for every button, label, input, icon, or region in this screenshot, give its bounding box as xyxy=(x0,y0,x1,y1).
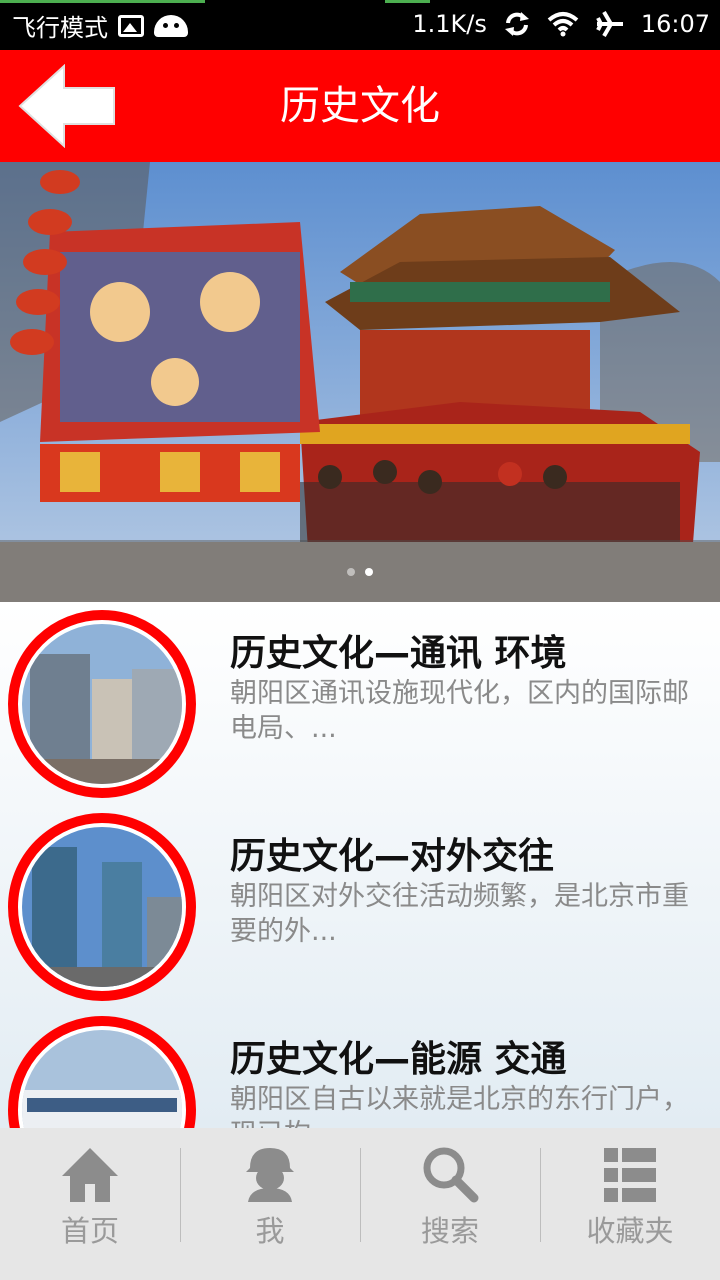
wifi-icon xyxy=(547,12,579,37)
airplane-mode-label: 飞行模式 xyxy=(12,14,108,42)
nav-favorites-label: 收藏夹 xyxy=(586,1214,674,1248)
carousel-dot[interactable] xyxy=(347,568,355,576)
list-item[interactable]: 历史文化—通讯 环境 朝阳区通讯设施现代化，区内的国际邮电局、... xyxy=(0,602,720,802)
nav-me-label: 我 xyxy=(255,1214,285,1248)
carousel-dot-active[interactable] xyxy=(365,568,373,576)
airplane-icon xyxy=(596,10,623,38)
progress-strip xyxy=(385,0,430,3)
search-icon xyxy=(423,1147,479,1203)
app-header: 历史文化 xyxy=(0,50,720,162)
user-icon xyxy=(246,1148,294,1202)
list-item-thumbnail xyxy=(8,610,196,798)
status-bar: 飞行模式 1.1K/s 16:07 xyxy=(0,0,720,50)
list-item-title: 历史文化—对外交往 xyxy=(230,836,555,877)
nav-home-label: 首页 xyxy=(60,1214,119,1248)
nav-search[interactable]: 搜索 xyxy=(360,1128,540,1280)
banner-image xyxy=(0,162,720,602)
page-title: 历史文化 xyxy=(280,83,440,129)
list-item-thumbnail xyxy=(8,1016,196,1128)
list-item-desc: 朝阳区自古以来就是北京的东行门户，现已构... xyxy=(230,1084,689,1128)
list-item-thumbnail xyxy=(8,813,196,1001)
nav-favorites[interactable]: 收藏夹 xyxy=(540,1128,720,1280)
clock: 16:07 xyxy=(640,10,710,38)
list-item[interactable]: 历史文化—对外交往 朝阳区对外交往活动频繁，是北京市重要的外... xyxy=(0,805,720,1005)
banner-carousel[interactable] xyxy=(0,162,720,602)
nav-me[interactable]: 我 xyxy=(180,1128,360,1280)
nav-home[interactable]: 首页 xyxy=(0,1128,180,1280)
home-icon xyxy=(62,1148,118,1202)
net-speed: 1.1K/s xyxy=(412,10,487,38)
bottom-nav: 首页 我 搜索 收藏夹 xyxy=(0,1128,720,1280)
progress-strip xyxy=(0,0,205,3)
article-list[interactable]: 历史文化—通讯 环境 朝阳区通讯设施现代化，区内的国际邮电局、... 历史文化—… xyxy=(0,602,720,1128)
image-icon xyxy=(118,14,144,37)
list-item-desc: 朝阳区对外交往活动频繁，是北京市重要的外... xyxy=(230,881,689,947)
list-item-title: 历史文化—能源 交通 xyxy=(230,1039,567,1080)
nav-search-label: 搜索 xyxy=(420,1214,479,1248)
sync-icon xyxy=(504,12,529,36)
android-icon xyxy=(154,14,188,37)
list-item-title: 历史文化—通讯 环境 xyxy=(230,633,567,674)
list-icon xyxy=(604,1148,656,1202)
list-item-desc: 朝阳区通讯设施现代化，区内的国际邮电局、... xyxy=(230,678,689,744)
list-item[interactable]: 历史文化—能源 交通 朝阳区自古以来就是北京的东行门户，现已构... xyxy=(0,1008,720,1128)
carousel-dots xyxy=(0,568,720,576)
